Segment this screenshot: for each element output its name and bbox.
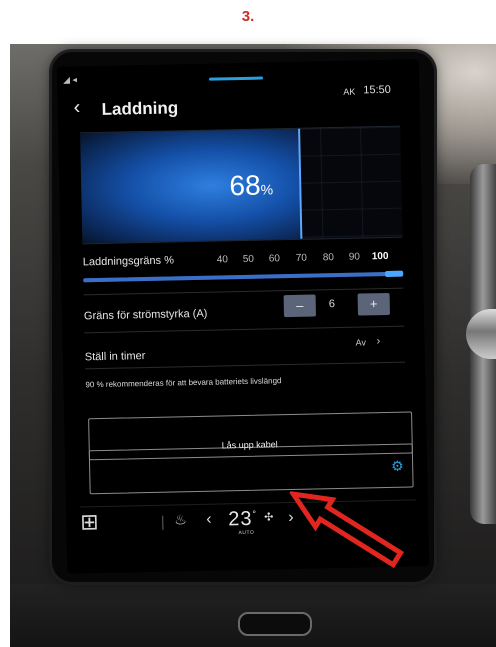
infotainment-screen: ◢ ◂ AK 15:50 ‹ Laddning 68% Laddningsgrä… [56,59,430,574]
grid-icon[interactable]: ⊞ [80,509,99,534]
charge-limit-tick[interactable]: 40 [217,254,228,265]
recommendation-text: 90 % rekommenderas för att bevara batter… [85,376,282,390]
battery-percent-value: 68 [229,169,261,202]
timer-value: Av [355,337,367,348]
temperature-value: 23 [228,507,253,531]
divider [83,287,404,296]
signal-icon: ◢ ◂ [62,74,78,85]
temp-decrease-icon[interactable]: ‹ [206,511,212,529]
battery-graphic: 68% [80,125,403,245]
fan-icon[interactable]: ✣ [264,510,273,523]
chevron-left-icon[interactable]: ‹ [73,96,80,119]
settings-gear-icon[interactable]: ⚙ [391,458,404,475]
charge-limit-tick[interactable]: 70 [296,253,307,264]
pull-down-handle[interactable] [208,76,264,81]
battery-percent-unit: % [260,181,274,198]
charge-limit-handle[interactable] [385,270,404,278]
climate-auto-label: AUTO [238,529,255,537]
charge-limit-label: Laddningsgräns % [82,254,175,269]
charge-limit-tick-selected[interactable]: 100 [372,251,389,262]
current-limit-label: Gräns för strömstyrka (A) [83,307,208,323]
charge-limit-tick[interactable]: 80 [323,252,334,263]
current-decrease-button[interactable]: – [283,294,317,318]
current-limit-value: 6 [328,298,336,311]
seat-heat-icon[interactable]: ♨ [174,511,187,528]
step-number: 3. [241,8,255,25]
current-increase-button[interactable]: + [357,292,390,316]
charge-limit-tick[interactable]: 90 [349,252,360,263]
battery-percent: 68% [191,169,312,204]
charge-limit-tick[interactable]: 50 [243,254,254,265]
status-time: 15:50 [363,83,391,97]
bottom-bar-separator [162,515,164,530]
divider [85,361,406,370]
cabin-temperature[interactable]: 23° [228,508,257,532]
charge-limit-slider[interactable] [83,270,404,283]
bottom-bar-divider [79,499,416,508]
temperature-unit: ° [252,508,258,519]
charge-limit-tick[interactable]: 60 [269,253,280,264]
charge-limit-fill [83,271,404,283]
center-vent-slot [238,612,312,636]
page-title: Laddning [101,98,179,119]
chevron-right-icon[interactable]: › [376,335,380,347]
divider [84,325,405,334]
status-ak: AK [343,86,356,97]
timer-label[interactable]: Ställ in timer [85,350,146,363]
